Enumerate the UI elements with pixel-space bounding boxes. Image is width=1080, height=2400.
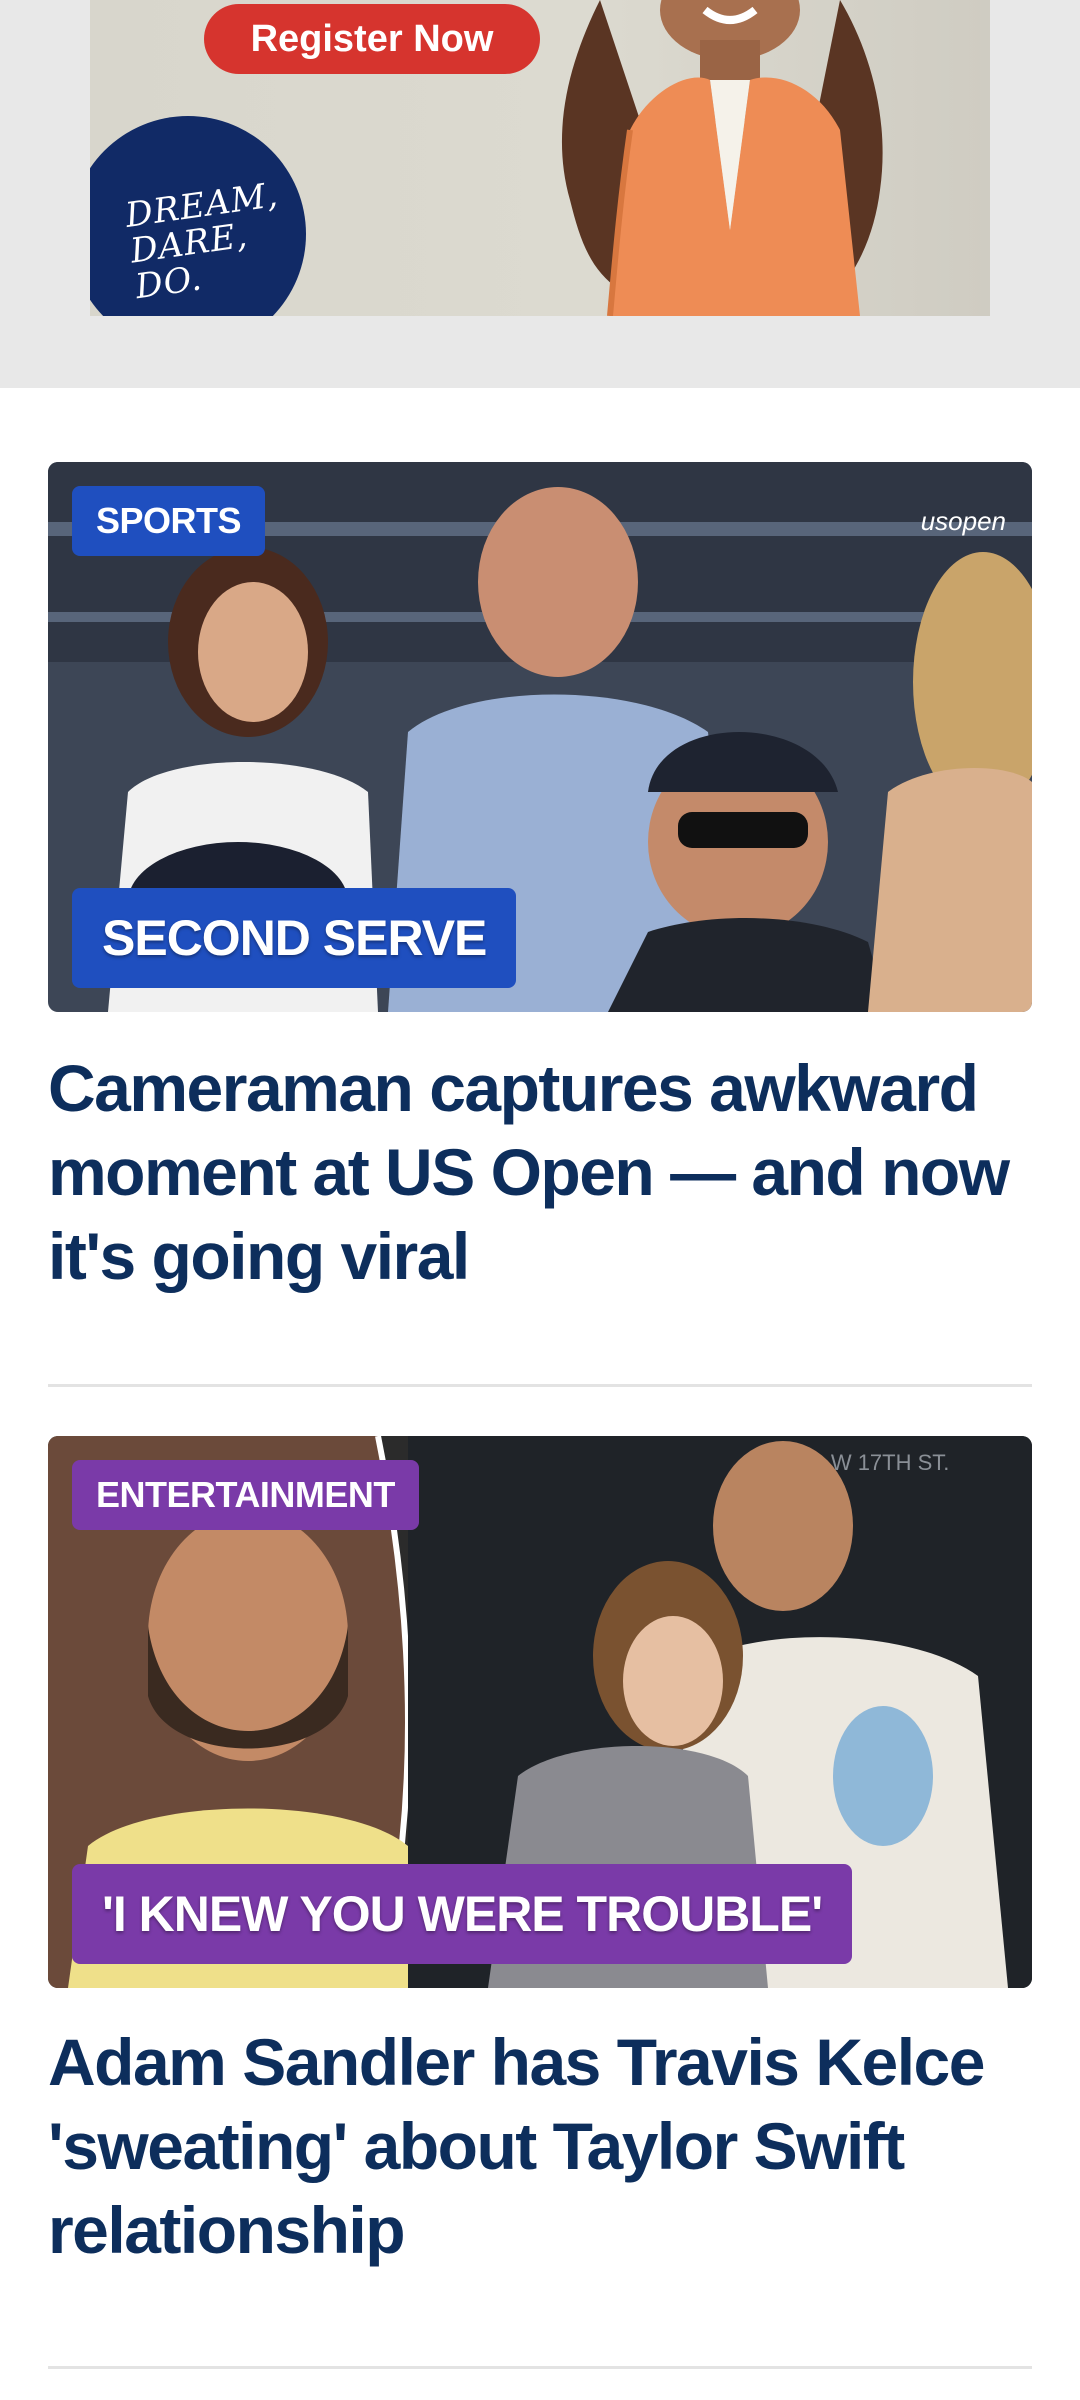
- ad-region: DREAM, DARE, DO. Register Now: [0, 0, 1080, 388]
- ad-model-image: [561, 0, 883, 316]
- register-now-button[interactable]: Register Now: [204, 4, 540, 74]
- image-caption: 'I KNEW YOU WERE TROUBLE': [72, 1864, 853, 1964]
- ad-banner[interactable]: DREAM, DARE, DO. Register Now: [90, 0, 990, 316]
- dream-badge-text: DREAM, DARE, DO.: [122, 174, 281, 308]
- article-image[interactable]: usopen SPORTS SECOND SERVE: [48, 462, 1032, 1012]
- image-caption: SECOND SERVE: [72, 888, 517, 988]
- usopen-watermark: usopen: [921, 506, 1006, 536]
- article-headline[interactable]: Cameraman captures awkward moment at US …: [48, 1046, 1032, 1298]
- divider: [48, 1384, 1032, 1387]
- article-image[interactable]: 361 W 17TH ST. ENTERTAINMENT 'I KNEW YOU…: [48, 1436, 1032, 1988]
- article-card[interactable]: 361 W 17TH ST. ENTERTAINMENT 'I KNEW YOU…: [48, 1436, 1032, 2286]
- category-tag-entertainment[interactable]: ENTERTAINMENT: [72, 1460, 419, 1530]
- article-card[interactable]: usopen SPORTS SECOND SERVE Cameraman cap…: [48, 462, 1032, 1304]
- divider: [48, 2366, 1032, 2369]
- article-headline[interactable]: Adam Sandler has Travis Kelce 'sweating'…: [48, 2020, 1032, 2272]
- category-tag-sports[interactable]: SPORTS: [72, 486, 266, 556]
